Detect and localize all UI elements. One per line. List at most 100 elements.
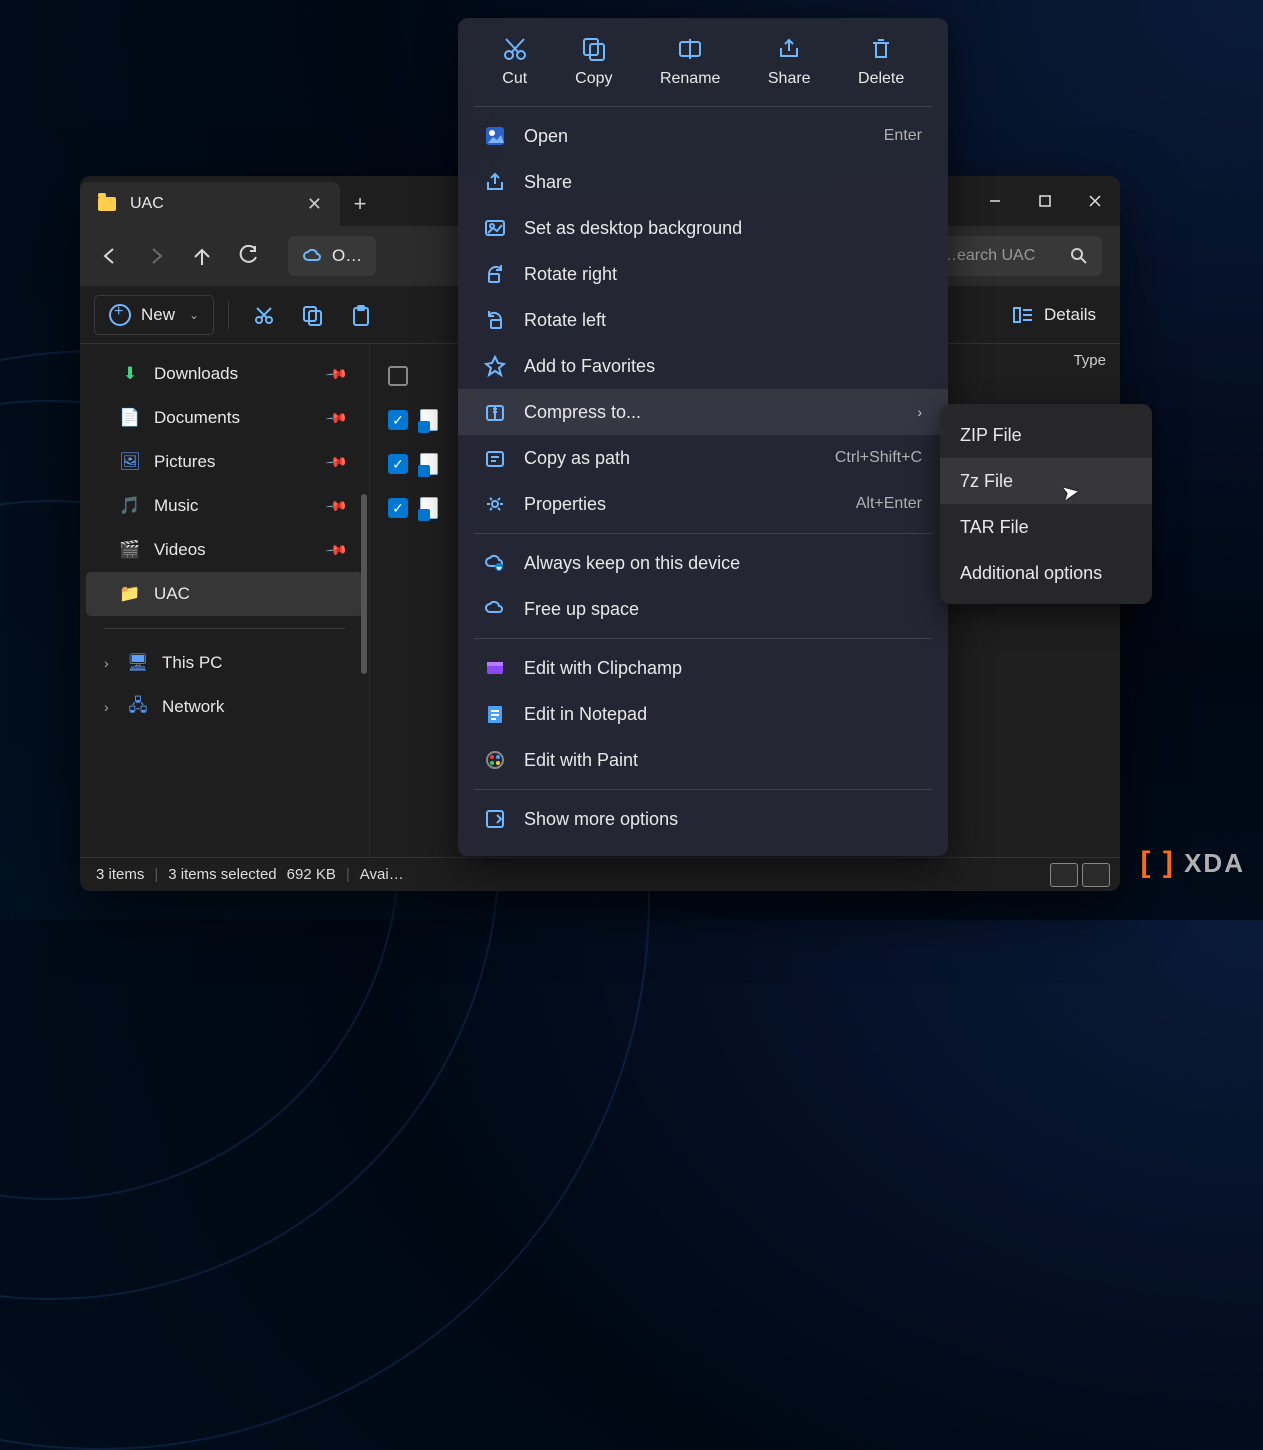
ctx-rotate-left[interactable]: Rotate left [458,297,948,343]
breadcrumb-segment: O… [332,246,362,266]
status-size: 692 KB [287,866,336,883]
ctx-rotate-right[interactable]: Rotate right [458,251,948,297]
sidebar-item-music[interactable]: 🎵 Music 📌 [86,484,363,528]
clipchamp-icon [484,657,506,679]
details-label: Details [1044,305,1096,325]
compress-submenu: ZIP File 7z File TAR File Additional opt… [940,404,1152,604]
forward-button[interactable] [144,244,168,268]
refresh-button[interactable] [236,244,260,268]
up-button[interactable] [190,244,214,268]
close-tab-icon[interactable]: ✕ [307,194,322,215]
close-button[interactable] [1070,179,1120,223]
back-button[interactable] [98,244,122,268]
details-view-button[interactable]: Details [1002,295,1106,335]
ctx-cut-button[interactable]: Cut [502,36,528,88]
new-button[interactable]: New ⌄ [94,295,214,335]
ctx-copy-as-path[interactable]: Copy as path Ctrl+Shift+C [458,435,948,481]
pin-icon[interactable]: 📌 [324,362,348,386]
sidebar-item-videos[interactable]: 🎬 Videos 📌 [86,528,363,572]
copy-path-icon [484,447,506,469]
breadcrumb[interactable]: O… [288,236,376,276]
maximize-button[interactable] [1020,179,1070,223]
view-mode-icons [1050,863,1110,887]
desktop-bg-icon [484,217,506,239]
ctx-label: Share [768,70,811,88]
ctx-paint[interactable]: Edit with Paint [458,737,948,783]
sidebar-item-uac[interactable]: 📁 UAC [86,572,363,616]
ctx-share[interactable]: Share [458,159,948,205]
chevron-right-icon[interactable]: › [104,699,114,715]
ctx-notepad[interactable]: Edit in Notepad [458,691,948,737]
sidebar-item-pictures[interactable]: 🖼 Pictures 📌 [86,440,363,484]
sidebar-item-this-pc[interactable]: › 🖥 This PC [86,641,363,685]
list-view-icon[interactable] [1050,863,1078,887]
submenu-7z[interactable]: 7z File [940,458,1152,504]
separator: | [346,866,350,883]
chevron-right-icon: › [917,404,922,420]
submenu-additional[interactable]: Additional options [940,550,1152,596]
ctx-copy-button[interactable]: Copy [575,36,612,88]
ctx-label: Delete [858,70,904,88]
ctx-item-label: Add to Favorites [524,356,655,377]
grid-view-icon[interactable] [1082,863,1110,887]
ctx-delete-button[interactable]: Delete [858,36,904,88]
ctx-item-label: Edit with Paint [524,750,638,771]
ctx-keep-device[interactable]: Always keep on this device [458,540,948,586]
minimize-button[interactable] [970,179,1020,223]
pin-icon[interactable]: 📌 [324,538,348,562]
ctx-compress-to[interactable]: Compress to... › [458,389,948,435]
ctx-set-desktop-bg[interactable]: Set as desktop background [458,205,948,251]
submenu-zip[interactable]: ZIP File [940,412,1152,458]
pin-icon[interactable]: 📌 [324,450,348,474]
ctx-item-label: Edit with Clipchamp [524,658,682,679]
new-button-label: New [141,305,175,325]
chevron-right-icon[interactable]: › [104,655,114,671]
cut-icon [502,36,528,62]
checkbox[interactable]: ✓ [388,498,408,518]
ctx-rename-button[interactable]: Rename [660,36,720,88]
tab-title: UAC [130,195,164,213]
sidebar-item-label: Videos [154,540,206,560]
ctx-add-favorites[interactable]: Add to Favorites [458,343,948,389]
ctx-label: Rename [660,70,720,88]
more-options-icon [484,808,506,830]
status-total: 3 items [96,866,144,883]
window-tab[interactable]: UAC ✕ [80,182,340,226]
document-icon: 📄 [120,408,140,428]
ctx-show-more[interactable]: Show more options [458,796,948,842]
network-icon: 🖧 [128,697,148,717]
separator [474,789,932,790]
ctx-item-label: Edit in Notepad [524,704,647,725]
ctx-clipchamp[interactable]: Edit with Clipchamp [458,645,948,691]
star-icon [484,355,506,377]
ctx-properties[interactable]: Properties Alt+Enter [458,481,948,527]
checkbox[interactable]: ✓ [388,454,408,474]
rotate-right-icon [484,263,506,285]
scrollbar-thumb[interactable] [361,494,367,674]
search-input[interactable]: …earch UAC [927,236,1102,276]
paste-button[interactable] [339,295,381,335]
sidebar-item-downloads[interactable]: ⬇ Downloads 📌 [86,352,363,396]
ctx-free-space[interactable]: Free up space [458,586,948,632]
search-icon [1070,247,1088,265]
pin-icon[interactable]: 📌 [324,406,348,430]
submenu-tar[interactable]: TAR File [940,504,1152,550]
ctx-open[interactable]: Open Enter [458,113,948,159]
pin-icon[interactable]: 📌 [324,494,348,518]
select-all-checkbox[interactable] [388,366,408,386]
sidebar-item-documents[interactable]: 📄 Documents 📌 [86,396,363,440]
column-header-type[interactable]: Type [1073,352,1106,369]
status-available: Avai… [360,866,404,883]
ctx-label: Copy [575,70,612,88]
download-icon: ⬇ [120,364,140,384]
checkbox[interactable]: ✓ [388,410,408,430]
copy-button[interactable] [291,295,333,335]
rotate-left-icon [484,309,506,331]
separator [474,106,932,107]
sidebar-item-network[interactable]: › 🖧 Network [86,685,363,729]
cut-button[interactable] [243,295,285,335]
ctx-item-label: Rotate right [524,264,617,285]
ctx-share-button[interactable]: Share [768,36,811,88]
new-tab-button[interactable]: + [340,182,380,226]
rename-icon [677,36,703,62]
